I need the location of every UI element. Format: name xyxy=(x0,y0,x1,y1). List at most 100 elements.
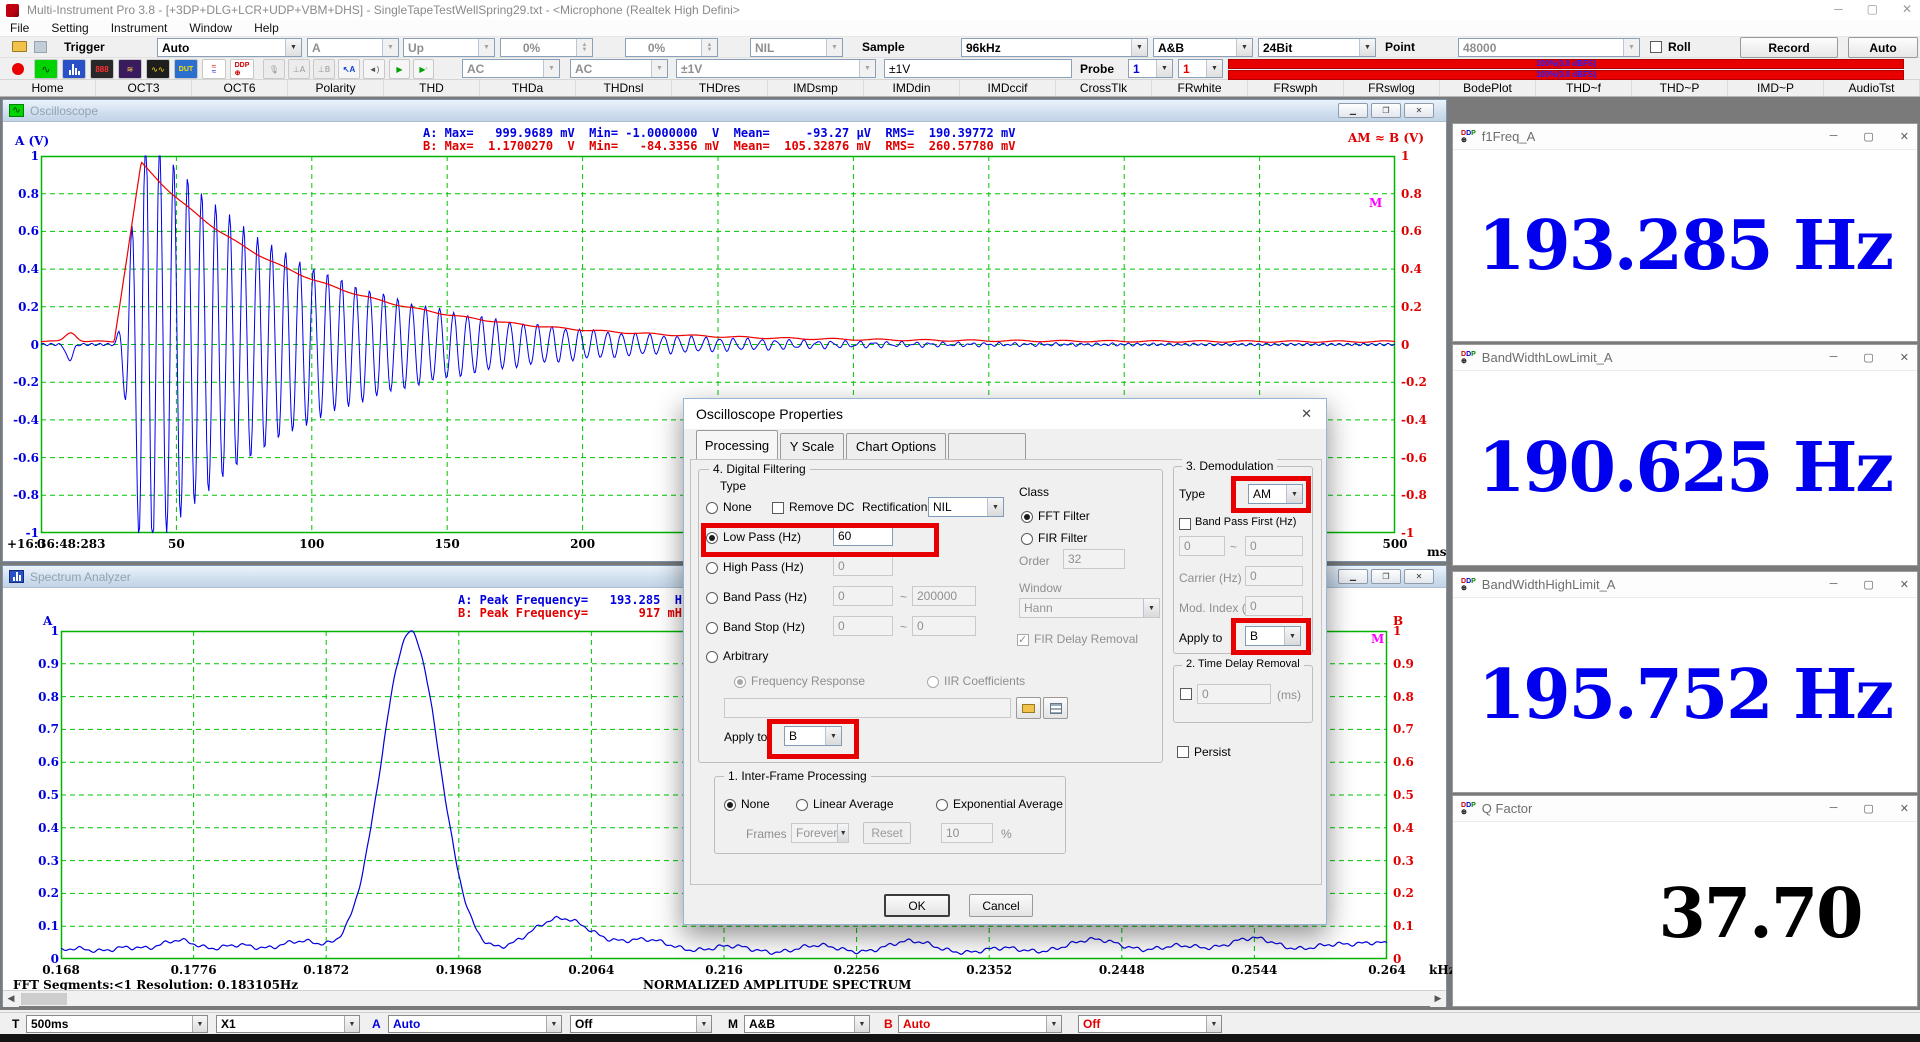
ddp-minimize-icon[interactable]: ─ xyxy=(1830,578,1838,591)
scroll-thumb[interactable] xyxy=(21,993,67,1005)
panel-tab-imddin[interactable]: IMDdin xyxy=(864,80,960,96)
zoom-combo[interactable]: X1▼ xyxy=(216,1015,360,1033)
band-stop-radio[interactable] xyxy=(706,622,718,634)
trigger-delay-spinner[interactable]: 0%▲▼ xyxy=(625,38,718,57)
band-stop-lo-input[interactable]: 0 xyxy=(833,616,893,636)
demod-bp-lo-input[interactable]: 0 xyxy=(1179,536,1225,556)
panel-tab-oct3[interactable]: OCT3 xyxy=(96,80,192,96)
spectrum-h-scrollbar[interactable]: ◀ ▶ xyxy=(3,990,1446,1006)
band-pass-radio[interactable] xyxy=(706,592,718,604)
mod-index-input[interactable]: 0 xyxy=(1245,596,1303,616)
order-input[interactable]: 32 xyxy=(1063,549,1125,569)
time-delay-checkbox[interactable] xyxy=(1180,688,1192,700)
carrier-input[interactable]: 0 xyxy=(1245,566,1303,586)
microphone-icon[interactable]: 🎙 xyxy=(263,59,285,79)
sweep-time-combo[interactable]: 500ms▼ xyxy=(26,1015,208,1033)
sampling-channels-combo[interactable]: A&B▼ xyxy=(1153,38,1253,57)
panel-tab-crosstlk[interactable]: CrossTlk xyxy=(1056,80,1152,96)
maximize-icon[interactable]: ▢ xyxy=(1867,2,1878,16)
panel-tab-home[interactable]: Home xyxy=(0,80,96,96)
band-pass-lo-input[interactable]: 0 xyxy=(833,586,893,606)
run-once-icon[interactable]: ▶◦ xyxy=(413,59,434,79)
panel-tab-polarity[interactable]: Polarity xyxy=(288,80,384,96)
cancel-button[interactable]: Cancel xyxy=(969,894,1033,917)
bit-depth-combo[interactable]: 24Bit▼ xyxy=(1258,38,1376,57)
panel-tab-thd~p[interactable]: THD~P xyxy=(1632,80,1728,96)
signal-generator-icon[interactable]: ∿∿ xyxy=(146,59,170,79)
menu-instrument[interactable]: Instrument xyxy=(111,21,168,35)
range-b-combo[interactable]: ±1V xyxy=(884,59,1072,78)
scope-close-icon[interactable]: ✕ xyxy=(1404,103,1434,118)
filter-none-radio[interactable] xyxy=(706,502,718,514)
oscilloscope-icon[interactable]: ∿ xyxy=(34,59,58,79)
coupling-a-combo[interactable]: AC▼ xyxy=(462,59,560,78)
high-pass-radio[interactable] xyxy=(706,562,718,574)
band-pass-first-checkbox[interactable] xyxy=(1179,518,1191,530)
measure-mode-combo[interactable]: A&B▼ xyxy=(744,1015,870,1033)
fft-filter-radio[interactable] xyxy=(1021,511,1033,523)
ddp-minimize-icon[interactable]: ─ xyxy=(1830,802,1838,815)
a-range-combo[interactable]: Auto▼ xyxy=(388,1015,562,1033)
close-icon[interactable]: ✕ xyxy=(1902,2,1912,16)
ok-button[interactable]: OK xyxy=(884,894,950,917)
panel-tab-thd~f[interactable]: THD~f xyxy=(1536,80,1632,96)
roll-checkbox[interactable] xyxy=(1650,41,1662,53)
open-file-icon[interactable] xyxy=(12,41,27,52)
trigger-level-spinner[interactable]: 0%▲▼ xyxy=(500,38,593,57)
ddp-maximize-icon[interactable]: ▢ xyxy=(1863,130,1873,143)
panel-tab-imdccif[interactable]: IMDccif xyxy=(960,80,1056,96)
spectrum-restore-icon[interactable]: ❐ xyxy=(1371,569,1401,584)
dialog-title-bar[interactable]: Oscilloscope Properties ✕ xyxy=(684,399,1326,429)
panel-tab-frwhite[interactable]: FRwhite xyxy=(1152,80,1248,96)
ddp-close-icon[interactable]: ✕ xyxy=(1900,578,1909,591)
exponential-average-radio[interactable] xyxy=(936,799,948,811)
window-combo[interactable]: Hann▼ xyxy=(1019,598,1160,618)
trigger-frequency-combo[interactable]: NIL▼ xyxy=(750,38,843,57)
time-delay-input[interactable]: 0 xyxy=(1197,684,1271,704)
record-dot-icon[interactable] xyxy=(12,63,24,75)
panel-tab-imd~p[interactable]: IMD~P xyxy=(1728,80,1824,96)
ddp-title-bar[interactable]: DDP⊕BandWidthHighLimit_A─▢✕ xyxy=(1453,572,1917,598)
multimeter-icon[interactable]: 888 xyxy=(90,59,114,79)
iir-coefficients-radio[interactable] xyxy=(927,676,939,688)
menu-help[interactable]: Help xyxy=(254,21,279,35)
scroll-right-icon[interactable]: ▶ xyxy=(1430,991,1446,1007)
remove-dc-checkbox[interactable] xyxy=(772,502,784,514)
derived-data-point-icon[interactable]: ≈≈ xyxy=(202,59,226,79)
a-filter-combo[interactable]: Off▼ xyxy=(570,1015,712,1033)
probe-b-combo[interactable]: 1▼ xyxy=(1178,59,1223,78)
panel-tab-thdnsl[interactable]: THDnsl xyxy=(576,80,672,96)
panel-tab-thda[interactable]: THDa xyxy=(480,80,576,96)
tab-chart-options[interactable]: Chart Options xyxy=(846,433,946,459)
rectification-combo[interactable]: NIL▼ xyxy=(928,497,1004,517)
probe-a-combo[interactable]: 1▼ xyxy=(1128,59,1173,78)
menu-file[interactable]: File xyxy=(10,21,29,35)
trigger-source-combo[interactable]: A▼ xyxy=(307,38,399,57)
ddp-title-bar[interactable]: DDP⊕BandWidthLowLimit_A─▢✕ xyxy=(1453,345,1917,371)
b-filter-combo[interactable]: Off▼ xyxy=(1078,1015,1222,1033)
scroll-left-icon[interactable]: ◀ xyxy=(3,991,19,1007)
frames-combo[interactable]: Forever▼ xyxy=(791,823,849,843)
probe-cal-b-icon[interactable]: ⊥B xyxy=(313,59,335,79)
range-a-combo[interactable]: ±1V▼ xyxy=(676,59,876,78)
tab-reference[interactable] xyxy=(948,433,1026,459)
panel-tab-bodeplot[interactable]: BodePlot xyxy=(1440,80,1536,96)
reset-button[interactable]: Reset xyxy=(863,822,911,844)
oscilloscope-title-bar[interactable]: ∿ Oscilloscope ▁ ❐ ✕ xyxy=(3,100,1446,122)
demod-bp-hi-input[interactable]: 0 xyxy=(1245,536,1303,556)
ddp-title-bar[interactable]: DDP⊕Q Factor─▢✕ xyxy=(1453,796,1917,822)
frequency-response-radio[interactable] xyxy=(734,676,746,688)
edit-table-button[interactable] xyxy=(1043,697,1068,719)
browse-file-button[interactable] xyxy=(1016,697,1041,719)
run-icon[interactable]: ▶ xyxy=(389,59,410,79)
persist-checkbox[interactable] xyxy=(1177,746,1189,758)
ddp-minimize-icon[interactable]: ─ xyxy=(1830,130,1838,143)
menu-setting[interactable]: Setting xyxy=(51,21,88,35)
ddp-close-icon[interactable]: ✕ xyxy=(1900,130,1909,143)
ddp-maximize-icon[interactable]: ▢ xyxy=(1863,802,1873,815)
band-stop-hi-input[interactable]: 0 xyxy=(912,616,976,636)
panel-tab-oct6[interactable]: OCT6 xyxy=(192,80,288,96)
spectrum-3d-plot-icon[interactable]: ≋ xyxy=(118,59,142,79)
ddp-minimize-icon[interactable]: ─ xyxy=(1830,351,1838,364)
arbitrary-radio[interactable] xyxy=(706,651,718,663)
